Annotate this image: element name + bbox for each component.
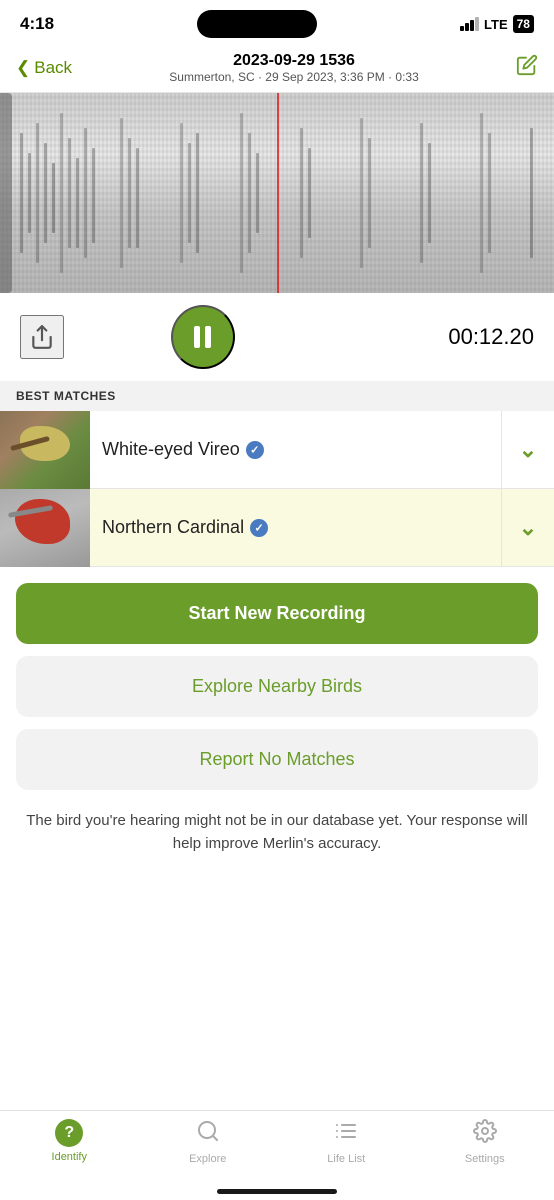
tab-explore-label: Explore — [189, 1153, 226, 1165]
cardinal-name: Northern Cardinal — [102, 517, 244, 538]
nav-title: 2023-09-29 1536 — [169, 52, 418, 70]
vireo-chevron-button[interactable]: ⌄ — [502, 411, 554, 488]
pause-button[interactable] — [171, 305, 235, 369]
signal-bars — [460, 17, 479, 31]
nav-bar: ❮ Back 2023-09-29 1536 Summerton, SC · 2… — [0, 44, 554, 93]
spectrogram-visual — [0, 93, 554, 293]
tab-identify-label: Identify — [52, 1151, 87, 1163]
lte-label: LTE — [484, 17, 508, 32]
nav-title-area: 2023-09-29 1536 Summerton, SC · 29 Sep 2… — [169, 52, 418, 84]
start-new-recording-button[interactable]: Start New Recording — [16, 583, 538, 644]
tab-life-list[interactable]: Life List — [277, 1119, 416, 1165]
cardinal-chevron-button[interactable]: ⌄ — [502, 489, 554, 566]
tab-life-list-label: Life List — [327, 1153, 365, 1165]
edit-icon — [516, 54, 538, 76]
status-icons: LTE 78 — [460, 15, 534, 33]
tab-settings-label: Settings — [465, 1153, 505, 1165]
action-buttons-area: Start New Recording Explore Nearby Birds… — [0, 567, 554, 798]
pause-icon — [194, 326, 211, 348]
explore-nearby-birds-button[interactable]: Explore Nearby Birds — [16, 656, 538, 717]
edit-button[interactable] — [516, 54, 538, 82]
vireo-image — [0, 411, 90, 489]
spectrogram[interactable] — [0, 93, 554, 293]
playback-timer: 00:12.20 — [448, 324, 534, 350]
vireo-name: White-eyed Vireo — [102, 439, 240, 460]
status-notch — [197, 10, 317, 38]
back-button[interactable]: ❮ Back — [16, 58, 72, 78]
match-row-vireo[interactable]: White-eyed Vireo ⌄ — [0, 411, 554, 489]
life-list-icon — [334, 1119, 358, 1149]
chevron-down-icon-2: ⌄ — [519, 515, 537, 541]
battery-indicator: 78 — [513, 15, 534, 33]
home-indicator — [217, 1189, 337, 1194]
back-label: Back — [34, 58, 72, 78]
tab-identify[interactable]: ? Identify — [0, 1119, 139, 1163]
status-time: 4:18 — [20, 14, 54, 34]
share-icon — [29, 324, 55, 350]
settings-icon — [473, 1119, 497, 1149]
status-bar: 4:18 LTE 78 — [0, 0, 554, 44]
cardinal-image — [0, 489, 90, 567]
playback-controls: 00:12.20 — [0, 293, 554, 381]
chevron-down-icon: ⌄ — [519, 437, 537, 463]
explore-icon — [196, 1119, 220, 1149]
report-no-matches-button[interactable]: Report No Matches — [16, 729, 538, 790]
tab-bar: ? Identify Explore Life List — [0, 1110, 554, 1200]
tab-explore[interactable]: Explore — [139, 1119, 278, 1165]
vireo-name-area: White-eyed Vireo — [90, 411, 502, 488]
cardinal-verified-badge — [250, 519, 268, 537]
share-button[interactable] — [20, 315, 64, 359]
helper-text: The bird you're hearing might not be in … — [0, 798, 554, 867]
best-matches-header: BEST MATCHES — [0, 381, 554, 411]
nav-subtitle: Summerton, SC · 29 Sep 2023, 3:36 PM · 0… — [169, 70, 418, 84]
cardinal-name-area: Northern Cardinal — [90, 489, 502, 566]
vireo-verified-badge — [246, 441, 264, 459]
match-row-cardinal[interactable]: Northern Cardinal ⌄ — [0, 489, 554, 567]
tab-settings[interactable]: Settings — [416, 1119, 554, 1165]
identify-icon: ? — [55, 1119, 83, 1147]
back-chevron-icon: ❮ — [16, 58, 30, 78]
